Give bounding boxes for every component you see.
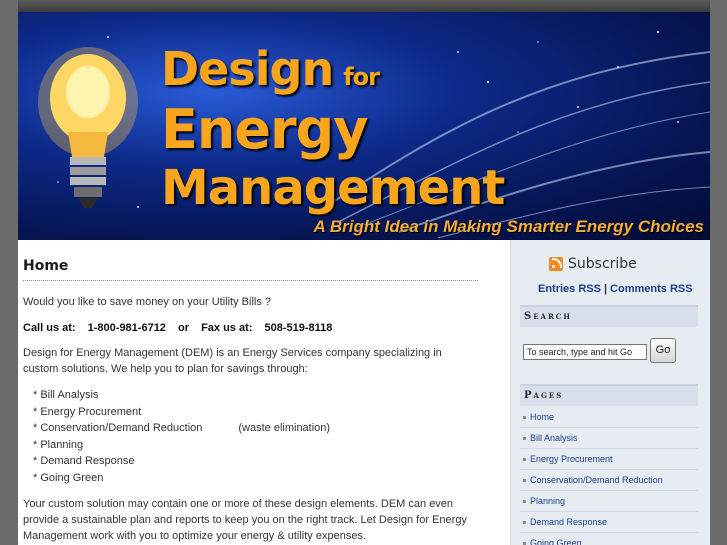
header-banner[interactable]: Design for Energy Management A Bright Ide… <box>18 12 710 240</box>
list-item: * Demand Response <box>33 455 135 467</box>
fax-number: 508-519-8118 <box>264 322 333 334</box>
closing-paragraph: Your custom solution may contain one or … <box>23 498 467 542</box>
tagline: A Bright Idea in Making Smarter Energy C… <box>313 217 704 236</box>
list-item: * Bill Analysis <box>33 389 99 401</box>
search-input[interactable]: To search, type and hit Go <box>523 344 647 360</box>
list-item: * Conservation/Demand Reduction (waste el… <box>33 422 331 434</box>
services-list: * Bill Analysis * Energy Procurement * C… <box>23 387 478 486</box>
brand-design: Design for <box>161 42 380 96</box>
call-label: Call us at: <box>23 322 76 334</box>
company-description: Design for Energy Management (DEM) is an… <box>23 347 442 375</box>
pages-list: Home Bill Analysis Energy Procurement Co… <box>520 407 698 545</box>
fax-label: Fax us at: <box>201 322 253 334</box>
list-item: * Energy Procurement <box>33 405 142 418</box>
rss-icon <box>549 257 563 271</box>
list-item: * Going Green <box>33 471 104 484</box>
brand-management: Management <box>161 160 505 216</box>
page-link-going-green[interactable]: Going Green <box>520 533 698 545</box>
page-link-home[interactable]: Home <box>520 407 698 428</box>
subscribe-link[interactable]: Subscribe <box>549 256 637 272</box>
or-text: or <box>178 322 189 334</box>
go-button[interactable]: Go <box>650 338 676 363</box>
intro-question: Would you like to save money on your Uti… <box>23 296 272 308</box>
page-link-planning[interactable]: Planning <box>520 491 698 512</box>
page-link-bill-analysis[interactable]: Bill Analysis <box>520 428 698 449</box>
page-link-demand-response[interactable]: Demand Response <box>520 512 698 533</box>
top-bar <box>18 0 710 12</box>
rss-links: Entries RSS | Comments RSS <box>538 283 693 295</box>
subscribe-label: Subscribe <box>568 256 637 272</box>
rss-separator: | <box>603 283 608 295</box>
contact-line: Call us at: 1-800-981-6712 or Fax us at:… <box>23 320 478 336</box>
bullet-note: (waste elimination) <box>238 422 331 434</box>
comments-rss-link[interactable]: Comments RSS <box>610 283 693 295</box>
brand-energy: Energy <box>161 98 368 161</box>
search-widget-title: Search <box>520 305 698 327</box>
list-item: * Planning <box>33 438 84 451</box>
pages-widget-title: Pages <box>520 384 698 406</box>
entries-rss-link[interactable]: Entries RSS <box>538 283 601 295</box>
main-content: Home Would you like to save money on you… <box>23 258 478 544</box>
light-bulb-icon <box>38 47 138 208</box>
page-link-conservation[interactable]: Conservation/Demand Reduction <box>520 470 698 491</box>
brand-for: for <box>343 63 380 91</box>
page-title: Home <box>23 258 478 281</box>
page-link-energy-procurement[interactable]: Energy Procurement <box>520 449 698 470</box>
phone-number: 1-800-981-6712 <box>87 322 166 334</box>
